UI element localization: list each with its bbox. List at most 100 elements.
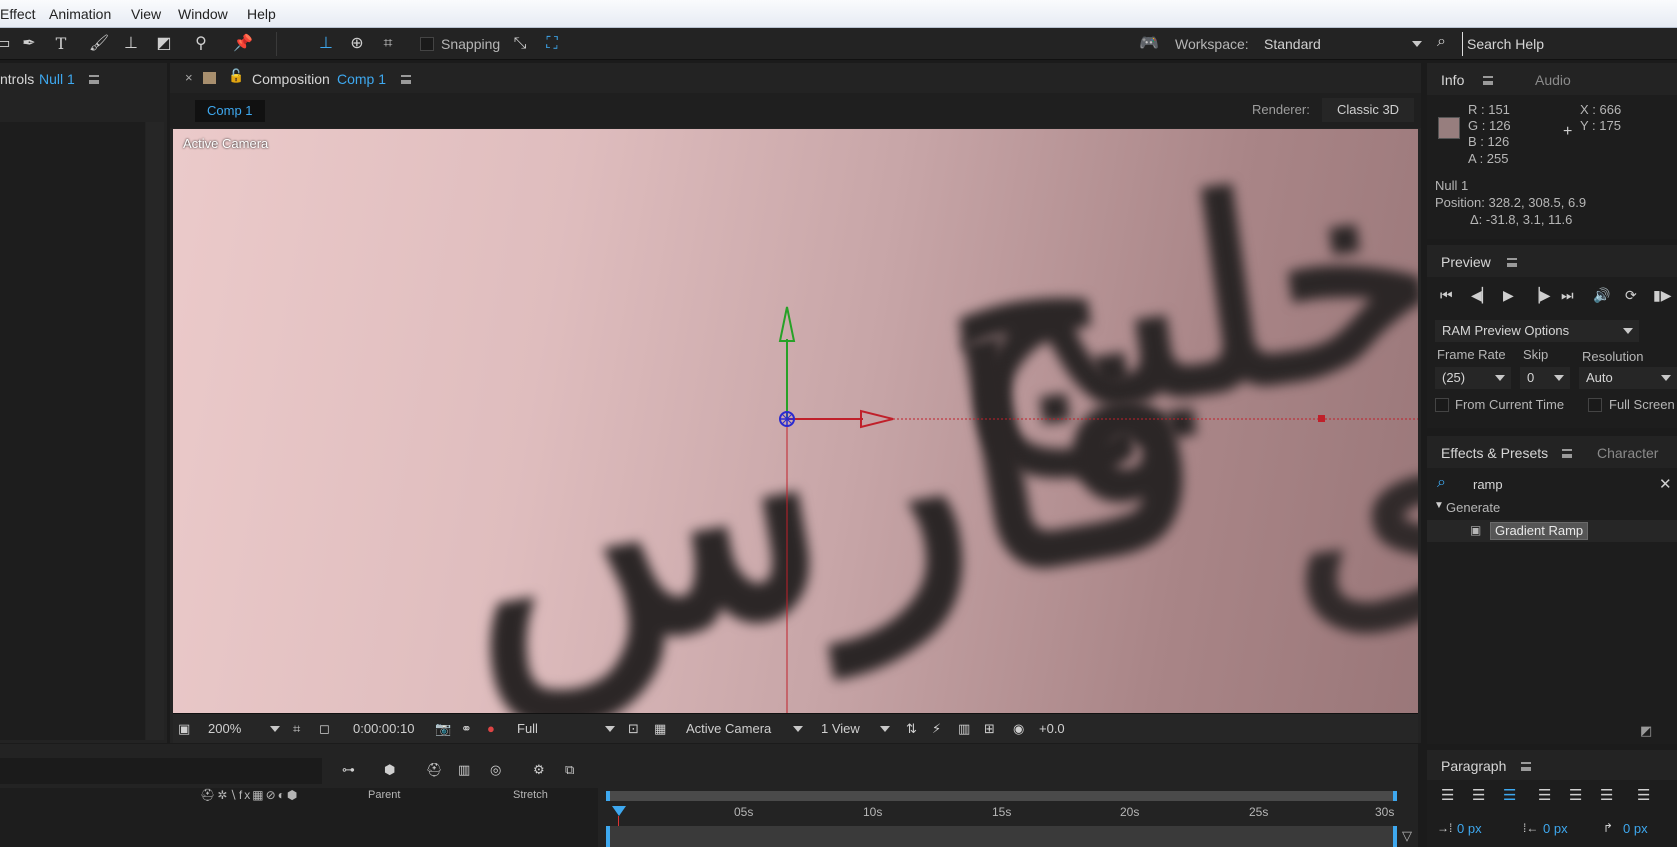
resolution-value[interactable]: Full bbox=[517, 721, 538, 736]
zoom-value[interactable]: 200% bbox=[208, 721, 241, 736]
brainstorm-icon[interactable]: ⚙ bbox=[533, 762, 545, 778]
timeline-search-input[interactable] bbox=[0, 758, 322, 784]
justify-right-icon[interactable]: ☰ bbox=[1600, 786, 1613, 804]
renderer-button[interactable]: Classic 3D bbox=[1322, 98, 1414, 122]
effects-search-input[interactable]: ⌕ ramp ✕ bbox=[1427, 472, 1677, 496]
justify-left-icon[interactable]: ☰ bbox=[1538, 786, 1551, 804]
exposure-value[interactable]: +0.0 bbox=[1039, 721, 1065, 736]
menu-effect[interactable]: Effect bbox=[0, 6, 36, 22]
camera-view-value[interactable]: Active Camera bbox=[686, 721, 771, 736]
chevron-down-icon[interactable] bbox=[880, 726, 890, 732]
clear-search-icon[interactable]: ✕ bbox=[1659, 475, 1672, 493]
snap-frame-icon[interactable]: ⛶ bbox=[541, 34, 563, 54]
panel-menu-icon[interactable] bbox=[89, 75, 99, 84]
comp-mini-flowchart-icon[interactable]: ⊶ bbox=[342, 762, 355, 778]
snap-feature-icon[interactable]: ⤡ bbox=[509, 34, 531, 54]
gradient-ramp-item[interactable]: ▣ Gradient Ramp bbox=[1427, 520, 1677, 542]
views-value[interactable]: 1 View bbox=[821, 721, 860, 736]
resolution-dropdown[interactable]: Auto bbox=[1579, 367, 1677, 389]
clone-stamp-icon[interactable]: ⊥ bbox=[120, 34, 142, 54]
close-icon[interactable]: × bbox=[185, 70, 193, 85]
audio-tab[interactable]: Audio bbox=[1535, 72, 1571, 88]
menu-help[interactable]: Help bbox=[247, 6, 276, 22]
expand-triangle-icon[interactable]: ▼ bbox=[1434, 500, 1444, 511]
indent-right-value[interactable]: 0 px bbox=[1543, 821, 1568, 836]
motion-blur-icon[interactable]: ◎ bbox=[490, 762, 501, 778]
preview-tab[interactable]: Preview bbox=[1441, 254, 1491, 270]
axis-gizmo[interactable] bbox=[173, 129, 1418, 713]
last-frame-icon[interactable]: ⏭ bbox=[1561, 287, 1574, 304]
chevron-down-icon[interactable] bbox=[605, 726, 615, 732]
panel-menu-icon[interactable] bbox=[1507, 258, 1517, 267]
menu-window[interactable]: Window bbox=[178, 6, 228, 22]
first-line-indent-value[interactable]: 0 px bbox=[1623, 821, 1648, 836]
fast-preview-icon[interactable]: ⚡ bbox=[932, 721, 941, 737]
info-tab[interactable]: Info bbox=[1441, 72, 1464, 88]
previous-frame-icon[interactable]: ◀▏ bbox=[1471, 287, 1493, 304]
character-tab[interactable]: Character bbox=[1597, 445, 1658, 461]
generate-category[interactable]: ▼ Generate bbox=[1427, 498, 1677, 518]
loop-icon[interactable]: ⟳ bbox=[1625, 287, 1637, 304]
parent-column-header[interactable]: Parent bbox=[368, 789, 400, 801]
next-frame-icon[interactable]: ▕▶ bbox=[1529, 287, 1551, 304]
show-snapshot-icon[interactable]: ⚭ bbox=[461, 721, 472, 737]
align-center-icon[interactable]: ☰ bbox=[1472, 786, 1485, 804]
breadcrumb[interactable]: Comp 1 bbox=[195, 100, 265, 122]
search-help-input[interactable]: Search Help bbox=[1462, 32, 1677, 56]
time-ruler[interactable]: 05s 10s 15s 20s 25s 30s bbox=[606, 804, 1397, 822]
play-icon[interactable]: ▶ bbox=[1503, 287, 1514, 304]
menu-animation[interactable]: Animation bbox=[49, 6, 111, 22]
panel-menu-icon[interactable] bbox=[401, 75, 411, 84]
toggle-pixel-aspect-icon[interactable]: ⇅ bbox=[906, 721, 917, 737]
eraser-tool-icon[interactable]: ◩ bbox=[153, 34, 175, 54]
chevron-down-icon[interactable] bbox=[793, 726, 803, 732]
flowchart-icon[interactable]: ⊞ bbox=[984, 721, 995, 737]
draft-3d-icon[interactable]: ⬢ bbox=[384, 762, 395, 778]
workspace-dropdown[interactable]: Standard bbox=[1256, 32, 1428, 56]
checkerboard-icon[interactable]: ▦ bbox=[654, 721, 666, 737]
local-axis-icon[interactable]: ⊥ bbox=[315, 34, 337, 54]
region-of-interest-icon[interactable]: ⌗ bbox=[293, 721, 300, 737]
scrollbar[interactable] bbox=[146, 122, 164, 740]
world-axis-icon[interactable]: ⊕ bbox=[346, 34, 368, 54]
lock-icon[interactable]: 🔓 bbox=[228, 68, 244, 84]
transparency-grid-icon[interactable]: ◻ bbox=[319, 721, 330, 737]
playhead[interactable] bbox=[612, 806, 626, 816]
panel-menu-icon[interactable] bbox=[1521, 762, 1531, 771]
frame-blending-icon[interactable]: ▥ bbox=[458, 762, 470, 778]
full-screen-checkbox[interactable] bbox=[1588, 398, 1602, 412]
justify-all-icon[interactable]: ☰ bbox=[1637, 786, 1650, 804]
type-tool-icon[interactable]: T bbox=[50, 34, 72, 54]
timecode[interactable]: 0:00:00:10 bbox=[353, 721, 414, 736]
always-preview-icon[interactable]: ▣ bbox=[178, 721, 190, 737]
view-axis-icon[interactable]: ⌗ bbox=[377, 34, 399, 54]
indent-left-value[interactable]: 0 px bbox=[1457, 821, 1482, 836]
panel-menu-icon[interactable] bbox=[1483, 76, 1493, 85]
roto-brush-icon[interactable]: ⚲ bbox=[190, 34, 212, 54]
composition-viewer[interactable]: Active Camera خلیج فارس ی bbox=[173, 129, 1418, 713]
mute-audio-icon[interactable]: 🔊 bbox=[1593, 287, 1610, 304]
new-item-icon[interactable]: ◩ bbox=[1640, 723, 1652, 739]
rectangle-tool-icon[interactable]: ▭ bbox=[0, 34, 14, 54]
chevron-down-icon[interactable] bbox=[270, 726, 280, 732]
shy-icon[interactable]: ⛑ bbox=[426, 762, 443, 778]
brush-tool-icon[interactable]: 🖌 bbox=[88, 34, 110, 54]
graph-editor-icon[interactable]: ⧉ bbox=[565, 762, 574, 778]
exposure-icon[interactable]: ◉ bbox=[1013, 721, 1024, 737]
ram-preview-icon[interactable]: ▮▶ bbox=[1653, 287, 1671, 304]
work-area-bar[interactable] bbox=[606, 791, 1397, 801]
from-current-time-checkbox[interactable] bbox=[1435, 398, 1449, 412]
paragraph-tab[interactable]: Paragraph bbox=[1441, 758, 1506, 774]
puppet-pin-icon[interactable]: 📌 bbox=[232, 34, 254, 54]
region-icon[interactable]: ⊡ bbox=[628, 721, 639, 737]
first-frame-icon[interactable]: ⏮ bbox=[1440, 287, 1453, 304]
menu-view[interactable]: View bbox=[131, 6, 161, 22]
effect-controls-tab[interactable]: ntrols bbox=[0, 71, 34, 87]
align-left-icon[interactable]: ☰ bbox=[1441, 786, 1454, 804]
snapping-checkbox[interactable] bbox=[420, 37, 434, 51]
frame-rate-dropdown[interactable]: (25) bbox=[1435, 367, 1511, 389]
panel-menu-icon[interactable] bbox=[1562, 449, 1572, 458]
align-right-icon[interactable]: ☰ bbox=[1503, 786, 1516, 804]
snapshot-icon[interactable]: 📷 bbox=[435, 721, 451, 737]
zoom-bar[interactable] bbox=[606, 826, 1397, 847]
